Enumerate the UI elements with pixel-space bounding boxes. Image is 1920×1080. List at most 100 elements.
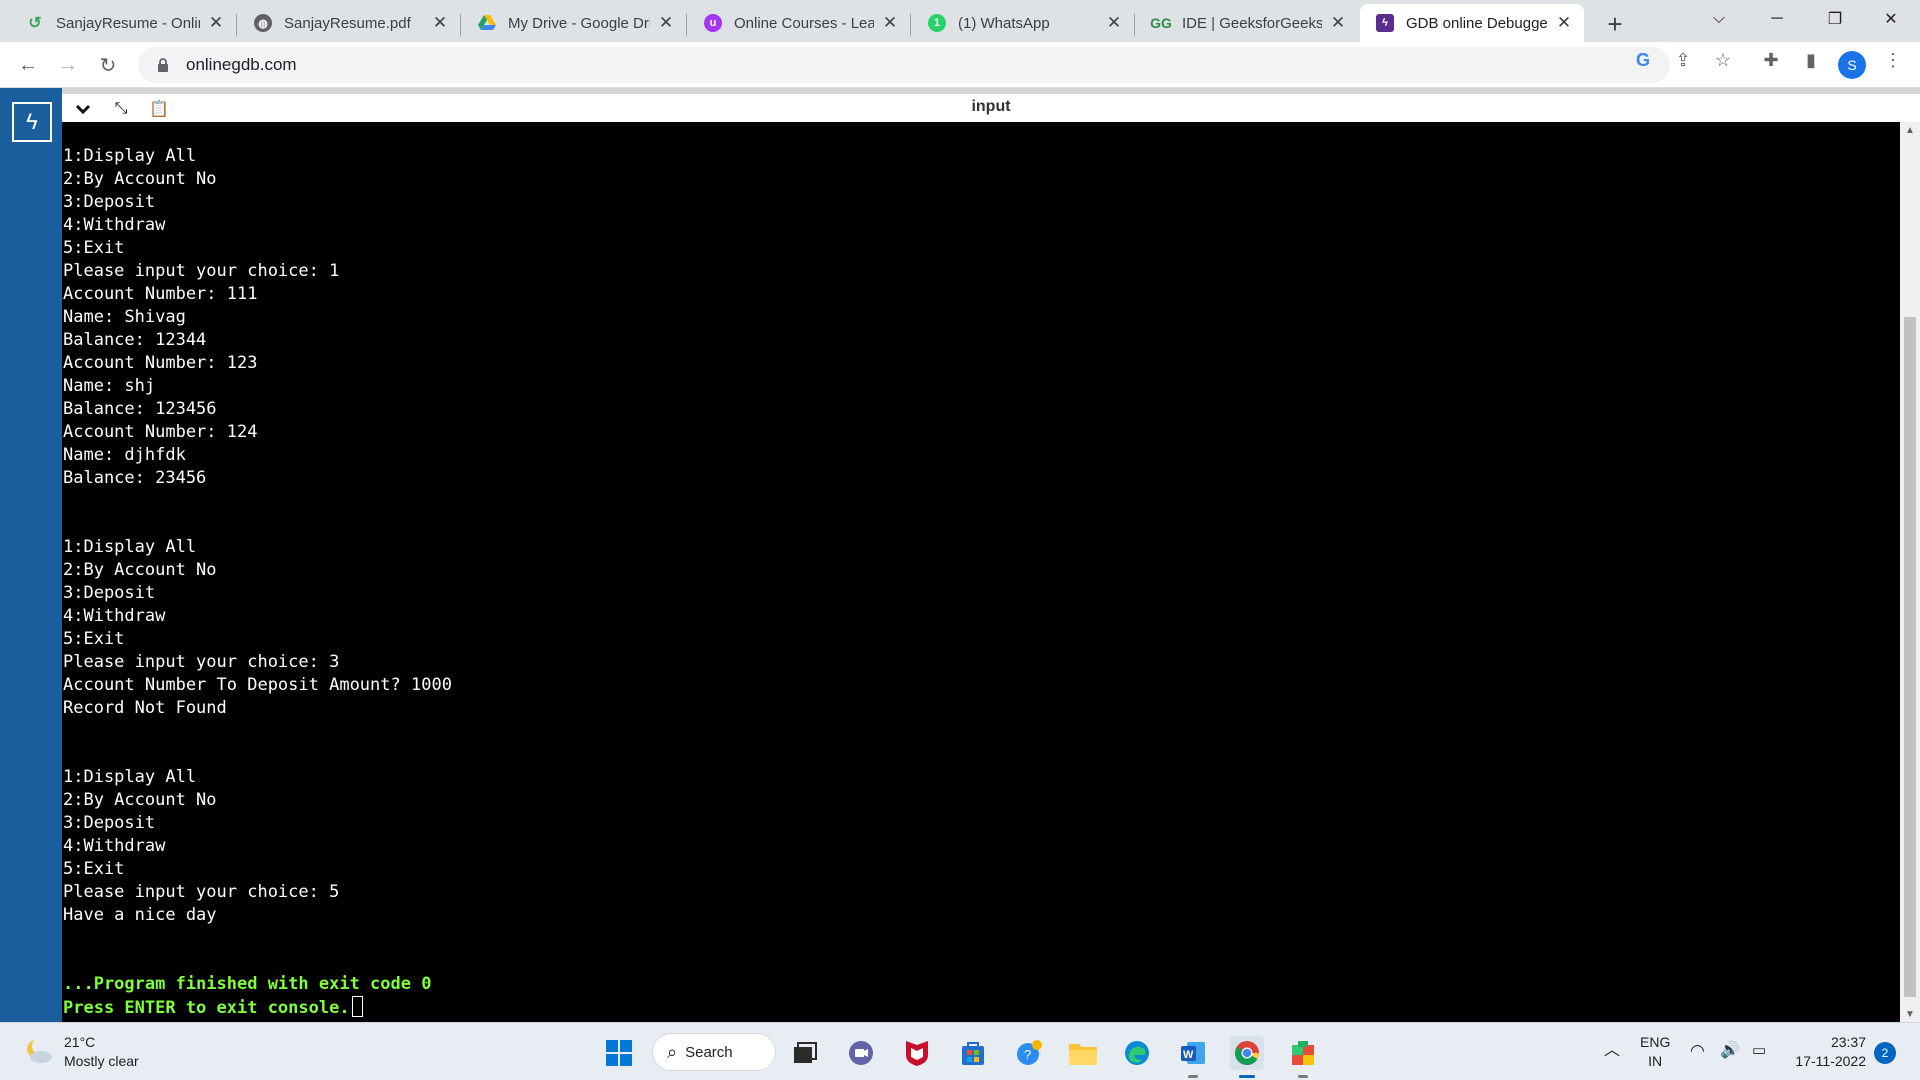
wifi-icon[interactable]: ◠ <box>1690 1041 1705 1060</box>
console-text: 1:Display All 2:By Account No 3:Deposit … <box>62 122 1900 1020</box>
google-lens-icon[interactable]: G <box>1632 49 1654 71</box>
profile-avatar[interactable]: S <box>1838 51 1866 79</box>
console-cursor <box>351 996 363 1017</box>
tab-gdb-online-debugger[interactable]: ϟ GDB online Debugger ✕ <box>1360 4 1584 42</box>
search-label: Search <box>685 1043 733 1061</box>
console-line: 5:Exit <box>63 859 125 879</box>
shrink-icon[interactable]: ⤡ <box>108 96 134 122</box>
input-panel-title: input <box>971 98 1011 115</box>
weather-description: Mostly clear <box>64 1053 139 1069</box>
udemy-icon: u <box>704 14 722 32</box>
windows-start-icon[interactable] <box>602 1036 636 1070</box>
weather-widget[interactable]: 21°C Mostly clear <box>24 1033 139 1071</box>
show-hidden-icons-chevron-icon[interactable]: ︿ <box>1604 1041 1620 1060</box>
console-line: Account Number: 124 <box>63 422 258 442</box>
close-icon[interactable]: ✕ <box>1104 13 1124 33</box>
word-icon[interactable]: W <box>1176 1036 1210 1078</box>
forward-button[interactable]: → <box>52 49 84 81</box>
copy-clipboard-icon[interactable]: 📋 <box>146 96 172 122</box>
taskbar-search-box[interactable]: ⌕ Search <box>652 1033 776 1071</box>
share-icon[interactable]: ⇪ <box>1672 49 1694 71</box>
back-button[interactable]: ← <box>12 49 44 81</box>
scroll-down-arrow-icon[interactable]: ▼ <box>1900 1006 1920 1022</box>
close-icon[interactable]: ✕ <box>656 13 676 33</box>
tab-sanjay-resume-pdf[interactable]: ◍ SanjayResume.pdf ✕ <box>238 4 460 42</box>
search-icon: ⌕ <box>667 1041 678 1062</box>
restore-button[interactable]: ❐ <box>1806 0 1864 38</box>
teams-chat-icon[interactable] <box>844 1036 878 1070</box>
gdb-sidebar: ϟ <box>0 88 62 1022</box>
tab-search-chevron-icon[interactable]: ⌵ <box>1690 0 1748 38</box>
console-line: 1:Display All <box>63 146 197 166</box>
tab-separator <box>910 14 911 36</box>
minimize-button[interactable]: ─ <box>1748 0 1806 38</box>
svg-text:W: W <box>1183 1049 1194 1061</box>
close-icon[interactable]: ✕ <box>430 13 450 33</box>
language-code: ENG <box>1640 1034 1671 1050</box>
battery-icon[interactable]: ▭ <box>1752 1041 1766 1060</box>
close-icon[interactable]: ✕ <box>1554 13 1574 33</box>
chrome-icon[interactable] <box>1230 1036 1264 1078</box>
side-panel-icon[interactable]: ▮ <box>1800 49 1822 71</box>
bookmark-star-icon[interactable]: ☆ <box>1712 49 1734 71</box>
menu-kebab-icon[interactable]: ⋮ <box>1882 49 1904 71</box>
whatsapp-icon: 1 <box>928 14 946 32</box>
clock-date: 17-11-2022 <box>1795 1053 1866 1069</box>
language-indicator[interactable]: ENG IN <box>1640 1033 1670 1071</box>
tab-sanjay-resume-online[interactable]: ↺ SanjayResume - Online ✕ <box>10 4 236 42</box>
console-line: 2:By Account No <box>63 169 217 189</box>
tab-whatsapp[interactable]: 1 (1) WhatsApp ✕ <box>912 4 1134 42</box>
scroll-up-arrow-icon[interactable]: ▲ <box>1900 122 1920 138</box>
reload-button[interactable]: ↻ <box>92 49 124 81</box>
address-bar[interactable]: onlinegdb.com <box>138 47 1670 83</box>
scrollbar-thumb[interactable] <box>1904 317 1916 997</box>
office-icon[interactable] <box>1286 1036 1320 1078</box>
running-indicator <box>1188 1075 1198 1078</box>
mcafee-icon[interactable] <box>900 1036 934 1070</box>
active-indicator <box>1239 1075 1255 1078</box>
extensions-puzzle-icon[interactable]: ✚ <box>1760 49 1782 71</box>
microsoft-store-icon[interactable] <box>956 1036 990 1070</box>
program-finished-line: ...Program finished with exit code 0 <box>63 974 432 994</box>
tab-title: (1) WhatsApp <box>958 14 1050 32</box>
tab-online-courses[interactable]: u Online Courses - Learn ✕ <box>688 4 910 42</box>
edge-icon[interactable] <box>1120 1036 1154 1070</box>
console-output[interactable]: 1:Display All 2:By Account No 3:Deposit … <box>62 122 1900 1022</box>
task-view-icon[interactable] <box>788 1036 822 1070</box>
tab-title: My Drive - Google Drive <box>508 14 650 32</box>
close-icon[interactable]: ✕ <box>1328 13 1348 33</box>
new-tab-button[interactable]: + <box>1600 9 1630 39</box>
close-icon[interactable]: ✕ <box>880 13 900 33</box>
windows-taskbar: 21°C Mostly clear ⌕ Search ? W ︿ ENG IN … <box>0 1022 1920 1080</box>
console-line: Record Not Found <box>63 698 227 718</box>
console-line: 2:By Account No <box>63 790 217 810</box>
console-line: 1:Display All <box>63 537 197 557</box>
url-text[interactable]: onlinegdb.com <box>186 55 297 75</box>
volume-icon[interactable]: 🔊 <box>1720 1041 1740 1060</box>
tab-title: Online Courses - Learn <box>734 14 874 32</box>
clock[interactable]: 23:37 17-11-2022 <box>1790 1033 1866 1071</box>
file-explorer-icon[interactable] <box>1066 1036 1100 1070</box>
close-window-button[interactable]: ✕ <box>1862 0 1920 38</box>
console-scrollbar[interactable]: ▲ ▼ <box>1900 122 1920 1022</box>
tab-title: GDB online Debugger <box>1406 14 1548 32</box>
moon-cloud-icon <box>24 1037 54 1067</box>
notification-badge[interactable]: 2 <box>1874 1042 1896 1064</box>
app-icon[interactable]: ? <box>1012 1036 1046 1070</box>
weather-temperature: 21°C <box>64 1034 96 1050</box>
tab-separator <box>460 14 461 36</box>
lock-icon[interactable] <box>154 56 172 74</box>
tab-title: SanjayResume.pdf <box>284 14 411 32</box>
region-code: IN <box>1648 1053 1663 1069</box>
close-icon[interactable]: ✕ <box>206 13 226 33</box>
gdb-logo-icon[interactable]: ϟ <box>12 102 52 142</box>
console-line: Please input your choice: 5 <box>63 882 340 902</box>
console-lines: 1:Display All 2:By Account No 3:Deposit … <box>63 146 452 925</box>
collapse-chevron-icon[interactable] <box>70 96 96 122</box>
console-line: Account Number To Deposit Amount? 1000 <box>63 675 452 695</box>
console-header-bar: input ⤡ 📋 <box>62 88 1920 122</box>
tab-google-drive[interactable]: My Drive - Google Drive ✕ <box>462 4 686 42</box>
tab-geeksforgeeks[interactable]: GG IDE | GeeksforGeeks | ✕ <box>1136 4 1358 42</box>
running-indicator <box>1298 1075 1308 1078</box>
resume-icon: ↺ <box>28 15 42 32</box>
